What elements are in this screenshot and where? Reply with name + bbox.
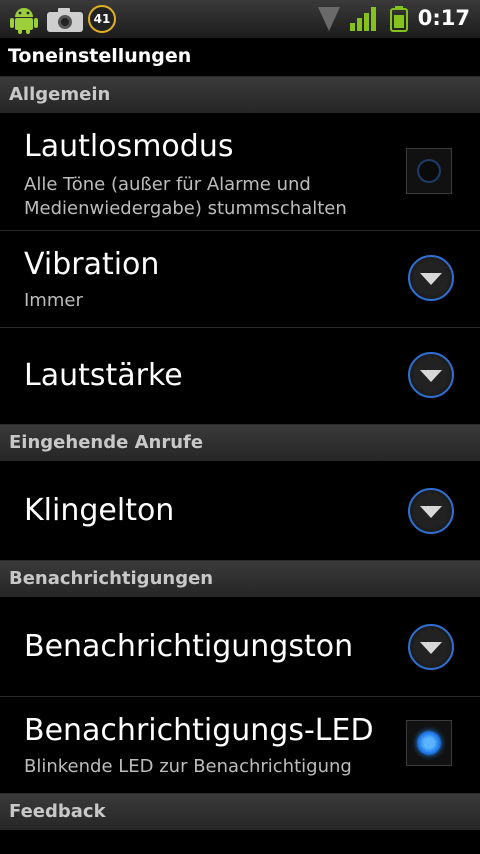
setting-volume[interactable]: Lautstärke xyxy=(0,328,480,425)
page-title: Toneinstellungen xyxy=(8,45,192,67)
setting-ringtone[interactable]: Klingelton xyxy=(0,461,480,561)
chevron-down-icon xyxy=(420,370,442,382)
notification-count-badge: 41 xyxy=(88,5,116,33)
android-icon xyxy=(10,8,38,34)
checkbox-off-indicator xyxy=(417,159,441,183)
silent-mode-checkbox[interactable] xyxy=(406,148,452,194)
camera-icon xyxy=(47,8,83,32)
setting-title: Lautstärke xyxy=(24,358,183,393)
checkbox-on-indicator xyxy=(417,731,441,755)
chevron-down-icon xyxy=(420,273,442,285)
section-header-general: Allgemein xyxy=(0,77,480,113)
setting-notification-sound[interactable]: Benachrichtigungston xyxy=(0,597,480,697)
setting-summary: Alle Töne (außer für Alarme und Medienwi… xyxy=(24,173,347,221)
vibration-dropdown-button[interactable] xyxy=(408,255,454,301)
battery-icon xyxy=(390,6,408,32)
title-bar: Toneinstellungen xyxy=(0,38,480,77)
chevron-down-icon xyxy=(420,506,442,518)
setting-title: Benachrichtigungston xyxy=(24,629,354,664)
setting-summary: Blinkende LED zur Benachrichtigung xyxy=(24,756,352,777)
setting-summary: Immer xyxy=(24,290,83,311)
notification-sound-dropdown-button[interactable] xyxy=(408,624,454,670)
summary-line-2: Medienwiedergabe) stummschalten xyxy=(24,198,347,219)
setting-vibration[interactable]: Vibration Immer xyxy=(0,231,480,328)
setting-title: Benachrichtigungs-LED xyxy=(24,713,374,748)
chevron-down-icon xyxy=(420,642,442,654)
cell-signal-icon xyxy=(350,7,376,31)
setting-title: Klingelton xyxy=(24,493,175,528)
status-bar: 41 0:17 xyxy=(0,0,480,38)
section-header-incoming-calls: Eingehende Anrufe xyxy=(0,425,480,461)
volume-dropdown-button[interactable] xyxy=(408,352,454,398)
summary-line-1: Alle Töne (außer für Alarme und xyxy=(24,174,311,195)
section-header-feedback: Feedback xyxy=(0,794,480,830)
setting-title: Vibration xyxy=(24,247,160,282)
ringtone-dropdown-button[interactable] xyxy=(408,488,454,534)
section-header-notifications: Benachrichtigungen xyxy=(0,561,480,597)
clock: 0:17 xyxy=(417,6,470,30)
setting-title: Lautlosmodus xyxy=(24,129,234,164)
notification-led-checkbox[interactable] xyxy=(406,720,452,766)
wifi-signal-icon xyxy=(318,7,340,31)
setting-notification-led[interactable]: Benachrichtigungs-LED Blinkende LED zur … xyxy=(0,697,480,794)
setting-silent-mode[interactable]: Lautlosmodus Alle Töne (außer für Alarme… xyxy=(0,113,480,231)
